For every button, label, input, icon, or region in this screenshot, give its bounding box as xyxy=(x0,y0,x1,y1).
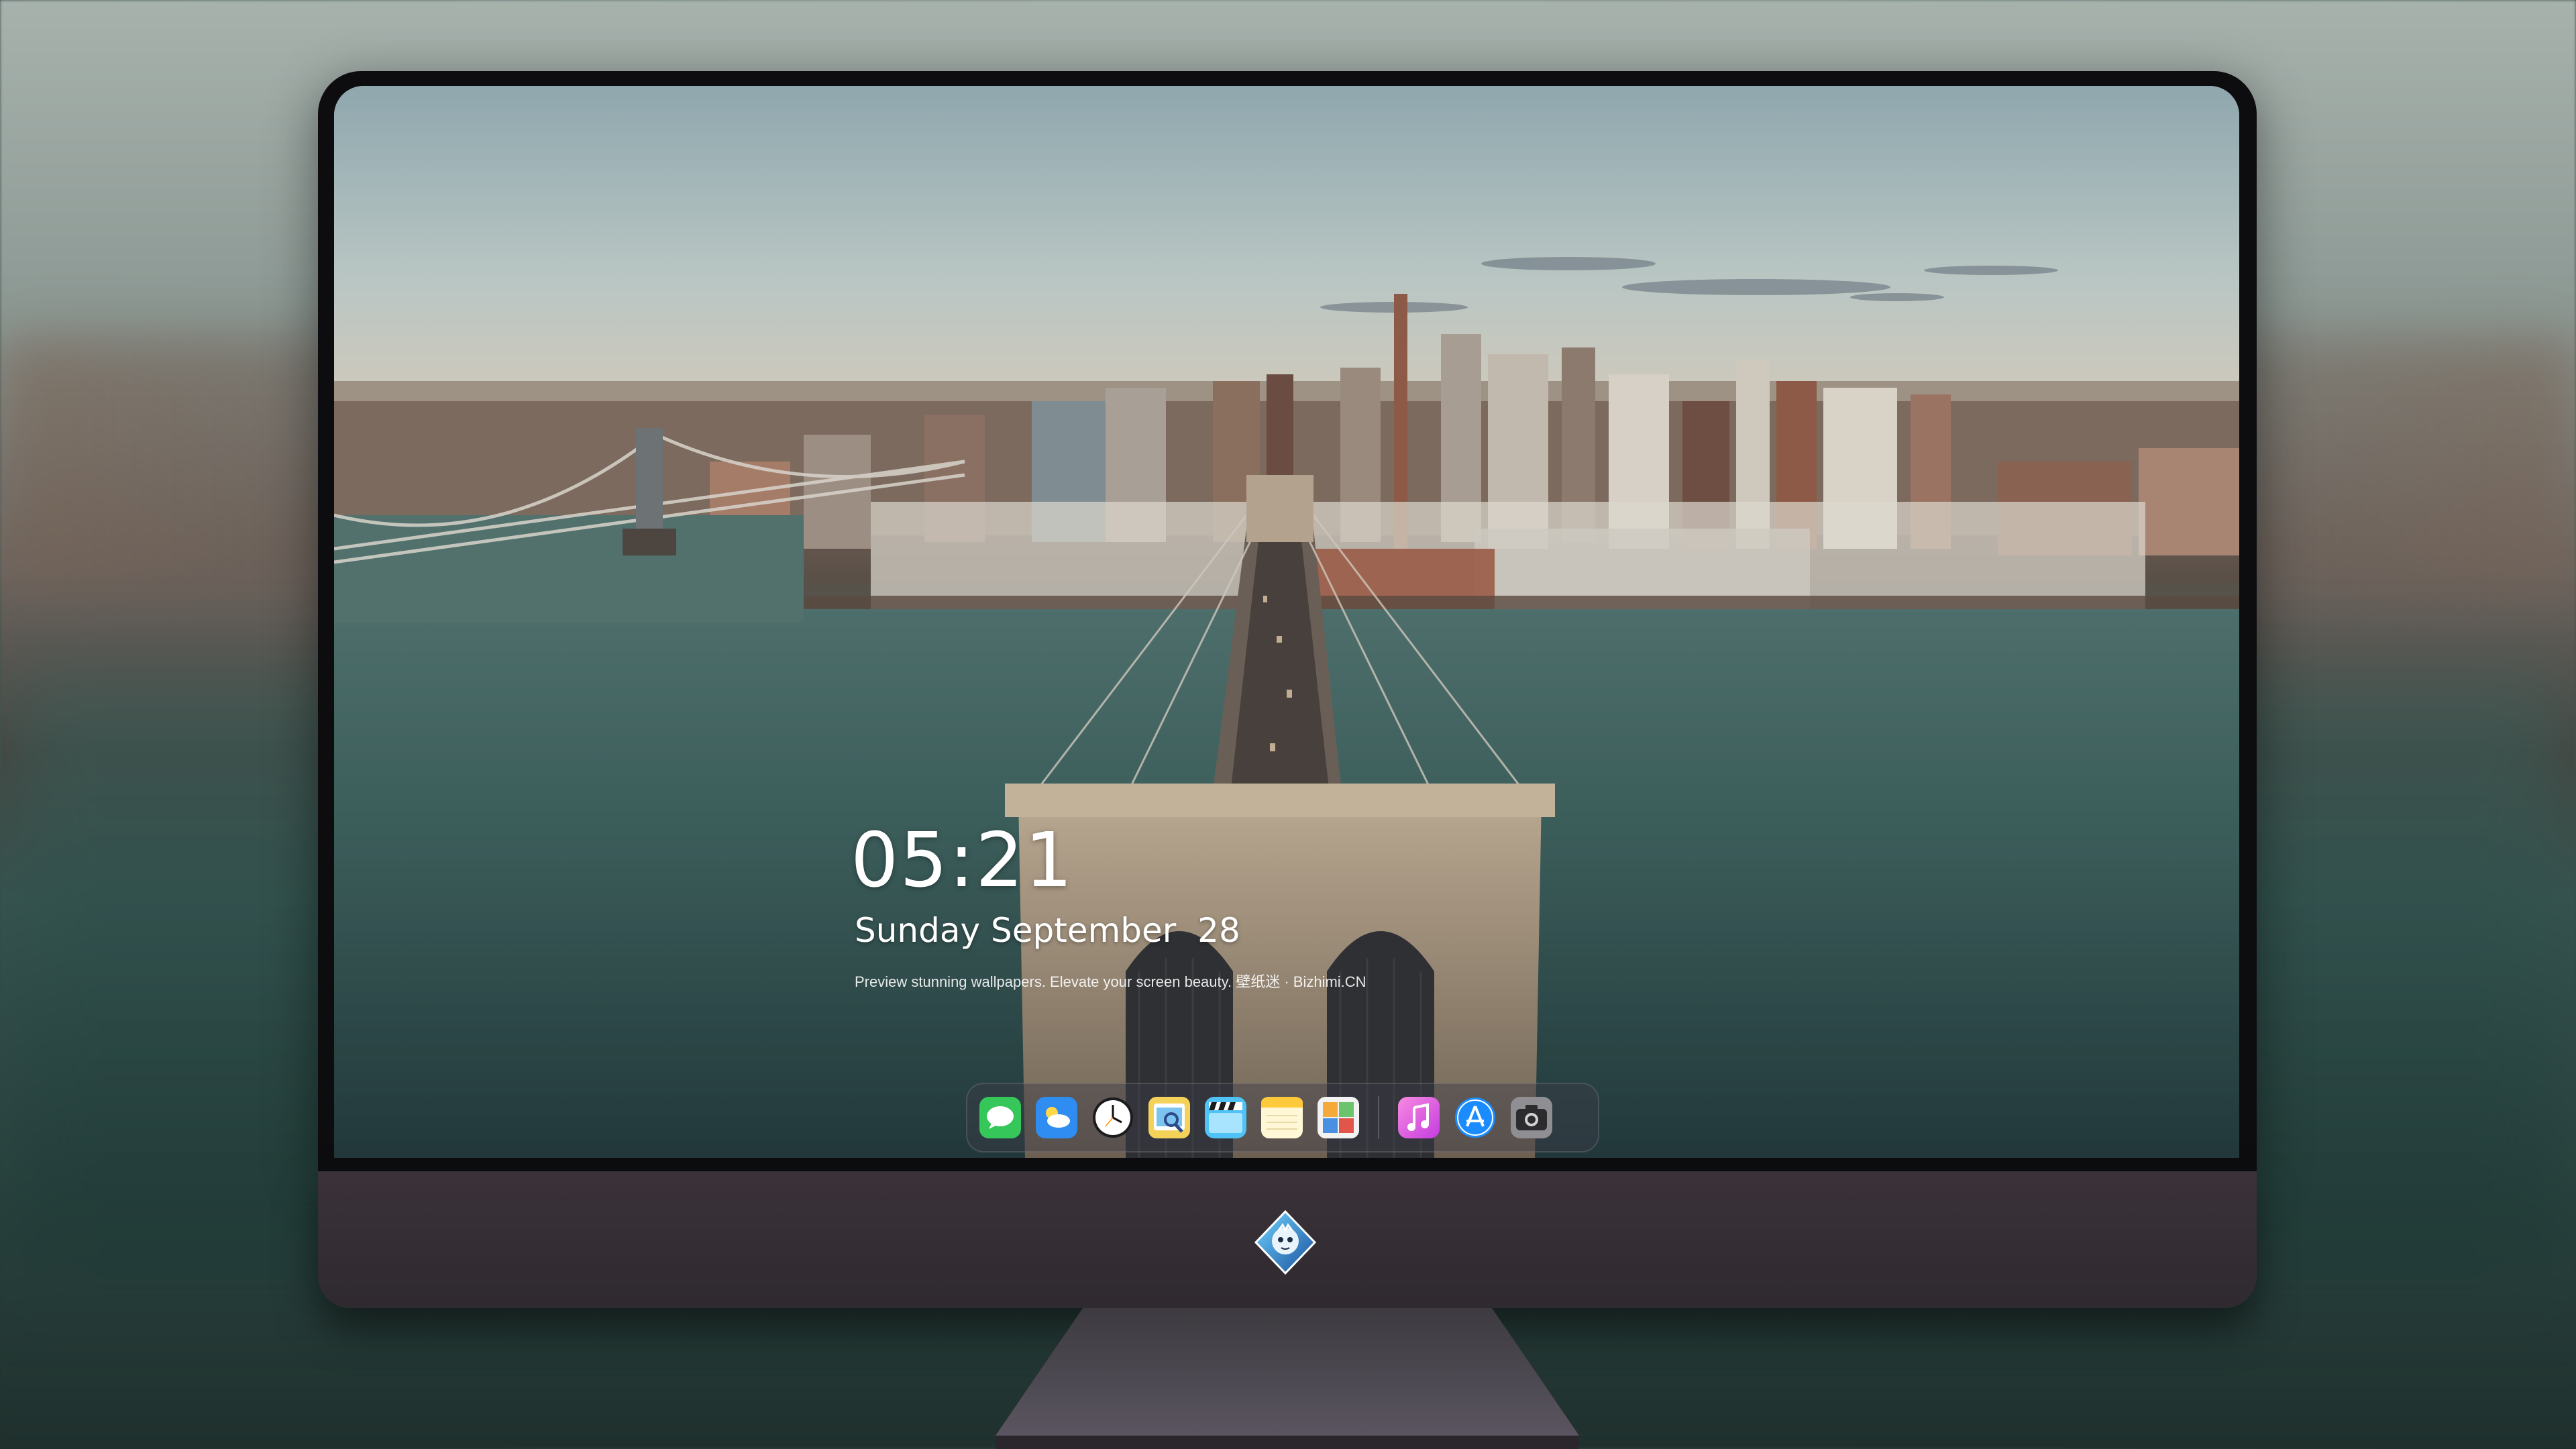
dock-app-messages[interactable] xyxy=(979,1097,1021,1138)
dock-app-clips[interactable] xyxy=(1205,1097,1246,1138)
dock-app-camera[interactable] xyxy=(1511,1097,1552,1138)
dock-app-photo-booth[interactable] xyxy=(1318,1097,1359,1138)
clock-time: 05:21 xyxy=(851,817,1074,904)
wallpaper-tagline: Preview stunning wallpapers. Elevate you… xyxy=(855,973,1366,990)
dock-app-app-store[interactable] xyxy=(1454,1097,1496,1138)
desktop-screen: 05:21 Sunday September 28 Preview stunni… xyxy=(334,86,2239,1158)
messages-icon xyxy=(979,1097,1021,1138)
notes-icon xyxy=(1261,1097,1303,1138)
app-store-icon xyxy=(1455,1097,1495,1138)
monitor-chin xyxy=(318,1171,2257,1308)
dock xyxy=(966,1083,1599,1152)
dock-app-preview[interactable] xyxy=(1148,1097,1190,1138)
dock-app-notes[interactable] xyxy=(1261,1097,1303,1138)
camera-icon xyxy=(1511,1097,1552,1138)
dock-separator xyxy=(1378,1096,1379,1139)
clock-date: Sunday September 28 xyxy=(855,911,1240,950)
clips-icon xyxy=(1205,1097,1246,1138)
music-icon xyxy=(1398,1097,1440,1138)
dock-app-weather[interactable] xyxy=(1036,1097,1077,1138)
clock-icon xyxy=(1093,1097,1133,1138)
weather-icon xyxy=(1036,1097,1077,1138)
dock-app-clock[interactable] xyxy=(1092,1097,1134,1138)
brand-logo-icon xyxy=(1254,1210,1317,1275)
dock-app-music[interactable] xyxy=(1398,1097,1440,1138)
monitor-bezel: 05:21 Sunday September 28 Preview stunni… xyxy=(318,71,2257,1171)
wallpaper-bridge-city xyxy=(334,86,2239,1158)
preview-icon xyxy=(1148,1097,1190,1138)
monitor-stand xyxy=(996,1308,1579,1449)
photo-booth-icon xyxy=(1318,1097,1359,1138)
